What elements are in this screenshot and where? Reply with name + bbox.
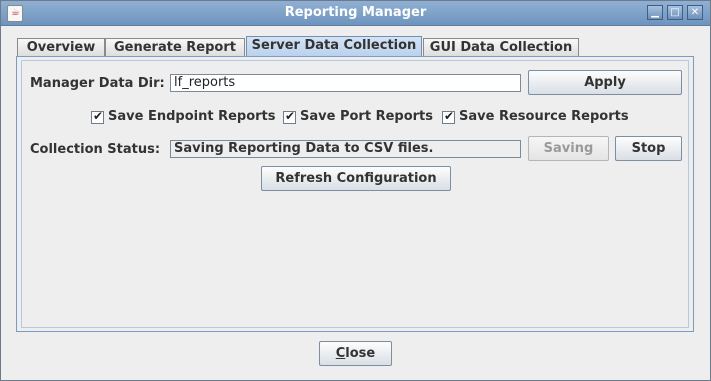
- tab-gui-data-collection[interactable]: GUI Data Collection: [423, 38, 579, 57]
- checkmark-icon: ✔: [285, 109, 296, 123]
- maximize-icon: □: [670, 7, 680, 18]
- close-button[interactable]: Close: [319, 341, 392, 366]
- minimize-icon: ▁: [651, 7, 659, 18]
- reporting-manager-window: ☕ Reporting Manager ▁ □ ✕ Overview Gener…: [0, 0, 711, 381]
- collection-status-label: Collection Status:: [30, 142, 161, 157]
- manager-data-dir-label: Manager Data Dir:: [30, 76, 165, 91]
- close-window-button[interactable]: ✕: [687, 5, 703, 20]
- close-icon: ✕: [690, 7, 700, 18]
- tab-overview[interactable]: Overview: [17, 38, 105, 57]
- tab-generate-report[interactable]: Generate Report: [105, 38, 245, 57]
- save-endpoint-reports-label: Save Endpoint Reports: [108, 109, 276, 124]
- stop-button[interactable]: Stop: [615, 136, 682, 161]
- minimize-button[interactable]: ▁: [647, 5, 663, 20]
- save-port-reports-label: Save Port Reports: [300, 109, 433, 124]
- checkmark-icon: ✔: [444, 109, 455, 123]
- save-endpoint-reports-checkbox[interactable]: ✔: [91, 109, 104, 124]
- collection-status-field: Saving Reporting Data to CSV files.: [170, 140, 521, 158]
- saving-button[interactable]: Saving: [528, 136, 609, 161]
- manager-data-dir-input[interactable]: lf_reports: [170, 74, 521, 92]
- maximize-button[interactable]: □: [667, 5, 683, 20]
- title-bar[interactable]: ☕ Reporting Manager ▁ □ ✕: [1, 1, 710, 26]
- close-mnemonic: C: [335, 346, 346, 361]
- close-label-rest: lose: [345, 346, 376, 361]
- save-resource-reports-label: Save Resource Reports: [459, 109, 629, 124]
- panel-content: Manager Data Dir: lf_reports Apply ✔ Sav…: [21, 60, 689, 328]
- tab-server-data-collection[interactable]: Server Data Collection: [246, 36, 422, 58]
- save-resource-reports-checkbox[interactable]: ✔: [442, 109, 455, 124]
- window-title: Reporting Manager: [284, 5, 427, 20]
- checkmark-icon: ✔: [93, 109, 104, 123]
- server-data-collection-panel: Manager Data Dir: lf_reports Apply ✔ Sav…: [16, 56, 694, 332]
- save-port-reports-checkbox[interactable]: ✔: [283, 109, 296, 124]
- refresh-configuration-button[interactable]: Refresh Configuration: [261, 166, 451, 191]
- apply-button[interactable]: Apply: [528, 70, 682, 95]
